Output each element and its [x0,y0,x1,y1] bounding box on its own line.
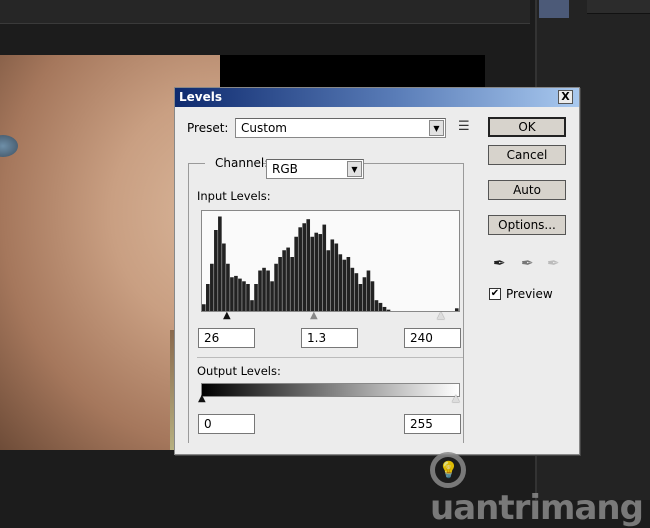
close-button[interactable]: X [558,90,573,104]
histogram-bar [278,257,282,311]
histogram-bar [298,227,302,311]
histogram-bar [282,250,286,311]
channel-select[interactable]: RGB ▼ [266,159,364,179]
preview-label: Preview [506,287,553,301]
histogram-bar [454,308,459,311]
output-gradient [201,383,460,397]
preset-label: Preset: [187,121,229,135]
histogram-bar [366,270,371,311]
histogram-bar [382,306,387,311]
histogram-bar [226,263,230,311]
black-eyedropper-icon[interactable]: ✒ [493,254,506,272]
chevron-down-icon[interactable]: ▼ [429,120,444,136]
histogram-bar [318,234,323,311]
histogram-bar [354,273,359,311]
dialog-title: Levels [179,90,223,104]
chevron-down-icon[interactable]: ▼ [347,161,362,177]
histogram-bar [338,254,343,311]
histogram-bar [262,267,266,311]
histogram-bar [214,230,218,311]
histogram-bar [306,219,311,311]
output-black-field[interactable]: 0 [198,414,255,434]
panel-tab[interactable] [539,0,569,18]
histogram-bar [246,284,250,311]
histogram-bar [362,277,367,311]
output-black-slider[interactable]: ▲ [198,393,206,404]
input-levels-label: Input Levels: [197,189,271,203]
histogram [201,210,460,312]
panel-bar [587,0,650,14]
histogram-bar [334,243,339,311]
histogram-bar [322,224,327,311]
histogram-bar [210,263,214,311]
histogram-bar [218,216,222,311]
histogram-bar [238,278,242,311]
gamma-slider[interactable]: ▲ [310,310,318,321]
output-levels-label: Output Levels: [197,364,281,378]
dialog-titlebar[interactable]: Levels X [175,88,579,107]
histogram-bar [254,284,258,311]
black-point-slider[interactable]: ▲ [223,310,231,321]
cancel-button[interactable]: Cancel [488,145,566,165]
histogram-bar [386,309,391,311]
histogram-bar [250,300,254,311]
white-point-slider[interactable]: ▲ [437,310,445,321]
histogram-bar [310,236,315,311]
watermark-text: uantrimang [430,488,644,528]
histogram-bar [266,270,270,311]
preview-checkbox[interactable]: ✔ [489,288,501,300]
histogram-bar [242,281,246,311]
histogram-bar [222,243,226,311]
watermark-logo: 💡uantrimang [430,448,650,528]
histogram-bar [378,302,383,311]
histogram-bar [286,247,290,311]
histogram-bar [358,284,363,311]
auto-button[interactable]: Auto [488,180,566,200]
histogram-bar [206,284,210,311]
preset-select[interactable]: Custom ▼ [235,118,446,138]
histogram-bar [270,281,274,311]
histogram-bar [258,270,262,311]
histogram-bar [274,263,278,311]
histogram-bar [330,239,335,311]
histogram-bar [342,259,347,311]
preset-value: Custom [241,121,287,135]
photo-eye [0,135,18,157]
preset-options-icon[interactable]: ☰ [458,119,470,134]
lightbulb-icon: 💡 [430,451,466,488]
ok-button[interactable]: OK [488,117,566,137]
output-white-field[interactable]: 255 [404,414,461,434]
channel-label: Channel: [205,156,268,170]
histogram-bar [234,275,238,311]
histogram-bar [302,223,307,311]
histogram-bar [374,300,379,311]
histogram-bar [230,277,234,311]
gray-eyedropper-icon[interactable]: ✒ [521,254,534,272]
app-top-bar [0,0,530,24]
channel-value: RGB [272,162,298,176]
levels-dialog: Levels X Preset: Custom ▼ ☰ OK Cancel Aut… [174,87,580,455]
histogram-bar [202,304,206,311]
histogram-bar [346,257,351,311]
output-white-slider[interactable]: ▲ [452,393,460,404]
histogram-bar [294,236,298,311]
white-eyedropper-icon[interactable]: ✒ [547,254,560,272]
divider [197,357,463,358]
histogram-bar [370,281,375,311]
input-black-field[interactable]: 26 [198,328,255,348]
histogram-bar [350,267,355,311]
histogram-bar [314,232,319,311]
options-button[interactable]: Options... [488,215,566,235]
histogram-bar [290,257,294,311]
input-white-field[interactable]: 240 [404,328,461,348]
histogram-bar [326,250,331,311]
input-gamma-field[interactable]: 1.3 [301,328,358,348]
